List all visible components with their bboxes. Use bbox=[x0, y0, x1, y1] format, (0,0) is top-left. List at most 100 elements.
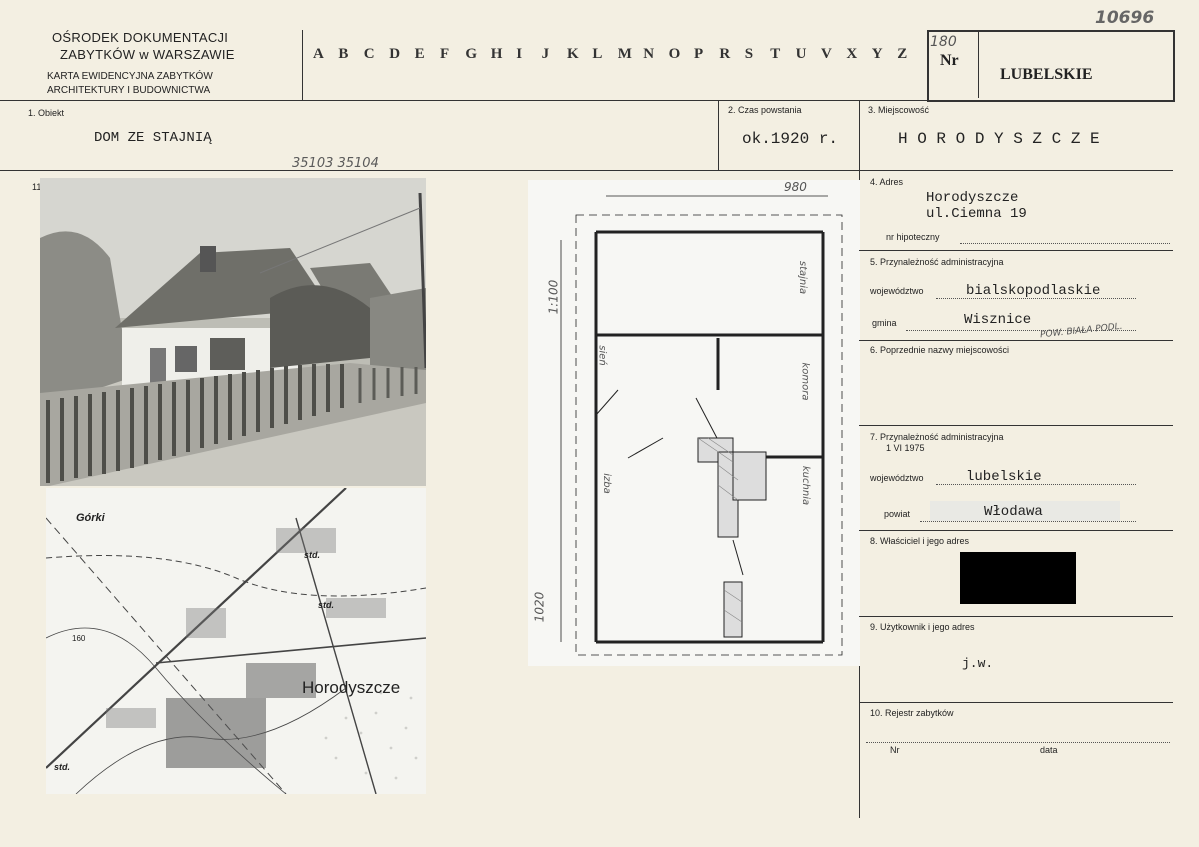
plan-scale: 1:100 bbox=[546, 279, 561, 315]
registry-nr-label: Nr bbox=[890, 745, 900, 755]
row9-bottom-line bbox=[859, 702, 1173, 703]
alphabet-letter-b: B bbox=[338, 46, 349, 62]
address-line2: ul.Ciemna 19 bbox=[926, 206, 1027, 222]
row5-bottom-line bbox=[859, 340, 1173, 341]
plan-dim-width: 980 bbox=[784, 180, 807, 194]
mortgage-dotted-line bbox=[960, 243, 1170, 244]
user-value: j.w. bbox=[962, 656, 994, 671]
commune-value: Wisznice bbox=[964, 312, 1032, 328]
institution-line2: ZABYTKÓW w WARSZAWIE bbox=[60, 47, 235, 62]
voivodeship1975-dotted-line bbox=[936, 484, 1136, 485]
alphabet-letter-x: X bbox=[846, 46, 858, 62]
row7-bottom-line bbox=[859, 530, 1173, 531]
nr-label: Nr bbox=[940, 52, 959, 69]
row6-bottom-line bbox=[859, 425, 1173, 426]
alphabet-letter-c: C bbox=[363, 46, 375, 62]
alphabet-letter-z: Z bbox=[897, 46, 908, 62]
map-label-town: Horodyszcze bbox=[302, 678, 401, 697]
plan-room-sien: sień bbox=[596, 345, 608, 366]
record-card: { "header": { "institution_line1": "OŚRO… bbox=[0, 0, 1199, 847]
alphabet-letter-y: Y bbox=[871, 46, 883, 62]
user-label: 9. Użytkownik i jego adres bbox=[870, 622, 975, 632]
alphabet-letter-j: J bbox=[541, 46, 550, 62]
alphabet-letter-m: M bbox=[617, 46, 632, 62]
alphabet-letter-f: F bbox=[440, 46, 450, 62]
date-value: ok.1920 r. bbox=[742, 130, 839, 148]
plan-room-izba: izba bbox=[600, 473, 612, 494]
object-value: DOM ZE STAJNIĄ bbox=[94, 130, 212, 146]
alphabet-letter-u: U bbox=[795, 46, 807, 62]
row4-bottom-line bbox=[859, 250, 1173, 251]
topographic-map bbox=[46, 488, 426, 794]
district-label: powiat bbox=[884, 509, 911, 519]
date-label: 2. Czas powstania bbox=[728, 105, 802, 115]
commune-note: POW. BIAŁA PODL. bbox=[1039, 321, 1124, 341]
plan-room-stajnia: stajnia bbox=[797, 260, 809, 295]
header-divider bbox=[302, 30, 303, 100]
row8-bottom-line bbox=[859, 616, 1173, 617]
registry-label: 10. Rejestr zabytków bbox=[870, 708, 954, 718]
header-bottom-line bbox=[0, 100, 1173, 101]
region-value: LUBELSKIE bbox=[1000, 66, 1093, 83]
admin1975-label: 7. Przynależność administracyjna bbox=[870, 432, 1004, 442]
alphabet-letter-r: R bbox=[719, 46, 731, 62]
alphabet-letter-o: O bbox=[668, 46, 681, 62]
alphabet-letter-s: S bbox=[744, 46, 754, 62]
owner-label: 8. Właściciel i jego adres bbox=[870, 536, 970, 546]
voivodeship-label: województwo bbox=[870, 286, 924, 296]
redaction-block bbox=[960, 552, 1076, 604]
address-line1: Horodyszcze bbox=[926, 190, 1019, 206]
district-value: Włodawa bbox=[984, 504, 1043, 520]
map-label-std-3: std. bbox=[54, 762, 71, 772]
plan-room-komora: komora bbox=[799, 362, 811, 401]
alphabet-letter-p: P bbox=[694, 46, 704, 62]
row1-bottom-line bbox=[0, 170, 1173, 171]
map-label-std-1: std. bbox=[304, 550, 321, 560]
floor-plan-drawing bbox=[560, 195, 843, 656]
alphabet-letter-a: A bbox=[313, 46, 324, 62]
col-divider-1 bbox=[718, 100, 719, 170]
photo-numbers: 35103 35104 bbox=[292, 156, 379, 171]
archive-number: 10696 bbox=[1095, 8, 1155, 28]
nr-divider bbox=[978, 32, 979, 98]
map-label-elevation: 160 bbox=[72, 634, 86, 643]
object-label: 1. Obiekt bbox=[28, 108, 65, 118]
building-photo bbox=[40, 178, 428, 488]
registry-dotted-line bbox=[866, 742, 1170, 743]
alphabet-letter-l: L bbox=[592, 46, 603, 62]
voivodeship1975-label: województwo bbox=[870, 473, 924, 483]
address-label: 4. Adres bbox=[870, 177, 904, 187]
alphabet-letter-h: H bbox=[490, 46, 503, 62]
alphabet-letter-v: V bbox=[821, 46, 832, 62]
card-type-line1: KARTA EWIDENCYJNA ZABYTKÓW bbox=[47, 71, 213, 82]
plan-dim-height: 1020 bbox=[532, 591, 547, 623]
card-type-line2: ARCHITEKTURY I BUDOWNICTWA bbox=[47, 85, 211, 96]
map-label-std-2: std. bbox=[318, 600, 335, 610]
commune-label: gmina bbox=[872, 318, 897, 328]
location-map: Górki Horodyszcze std. std. std. 160 bbox=[46, 488, 426, 794]
alphabet-letter-e: E bbox=[414, 46, 425, 62]
nr-handwritten: 180 bbox=[930, 34, 957, 50]
floor-plan: 980 1020 1:100 stajnia komora sień izba … bbox=[528, 180, 860, 666]
registry-date-label: data bbox=[1040, 745, 1058, 755]
alphabet-letter-d: D bbox=[389, 46, 401, 62]
building-photo-image bbox=[40, 178, 428, 488]
district-dotted-line bbox=[920, 521, 1136, 522]
plan-room-kuchnia: kuchnia bbox=[800, 465, 812, 506]
former-names-label: 6. Poprzednie nazwy miejscowości bbox=[870, 345, 1010, 355]
voivodeship-value: bialskopodlaskie bbox=[966, 283, 1101, 299]
alphabet-letter-g: G bbox=[465, 46, 478, 62]
place-label: 3. Miejscowość bbox=[868, 105, 930, 115]
institution-line1: OŚRODEK DOKUMENTACJI bbox=[52, 30, 229, 45]
place-value: H O R O D Y S Z C Z E bbox=[898, 130, 1100, 148]
alphabet-letter-n: N bbox=[643, 46, 655, 62]
admin1975-date: 1 VI 1975 bbox=[886, 443, 925, 453]
mortgage-label: nr hipoteczny bbox=[886, 232, 940, 242]
alphabet-letter-k: K bbox=[567, 46, 579, 62]
voivodeship1975-value: lubelskie bbox=[966, 469, 1042, 485]
map-label-gorki: Górki bbox=[76, 512, 105, 524]
admin-label: 5. Przynależność administracyjna bbox=[870, 257, 1004, 267]
alphabet-letter-t: T bbox=[770, 46, 781, 62]
alphabet-letter-i: I bbox=[516, 46, 523, 62]
voivodeship-dotted-line bbox=[936, 298, 1136, 299]
